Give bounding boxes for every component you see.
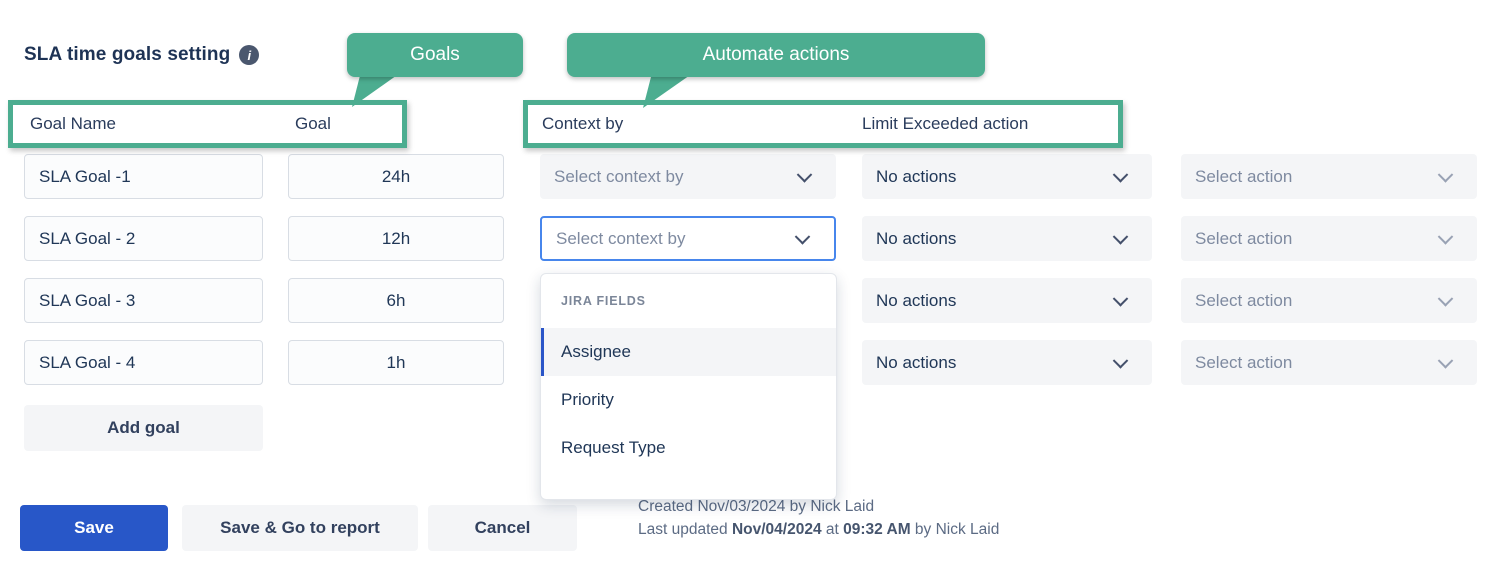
limit-exceeded-value: No actions (876, 167, 956, 187)
limit-exceeded-value: No actions (876, 353, 956, 373)
goal-value-input[interactable] (288, 278, 504, 323)
column-header-context-by: Context by (542, 100, 623, 148)
updated-line: Last updated Nov/04/2024 at 09:32 AM by … (638, 518, 999, 541)
updated-time: 09:32 AM (843, 521, 910, 538)
chevron-down-icon (1438, 229, 1454, 245)
context-by-placeholder: Select context by (556, 229, 685, 249)
context-by-dropdown[interactable]: Select context by (540, 154, 836, 199)
select-action-placeholder: Select action (1195, 291, 1292, 311)
select-action-dropdown[interactable]: Select action (1181, 154, 1477, 199)
automate-actions-callout: Automate actions (567, 33, 985, 77)
goal-value-input[interactable] (288, 340, 504, 385)
updated-date: Nov/04/2024 (732, 521, 822, 538)
limit-exceeded-dropdown[interactable]: No actions (862, 340, 1152, 385)
context-by-options-panel: JIRA FIELDS Assignee Priority Request Ty… (540, 273, 837, 500)
add-goal-button[interactable]: Add goal (24, 405, 263, 451)
page-title: SLA time goals setting (24, 44, 230, 66)
column-header-goal: Goal (295, 100, 331, 148)
save-button[interactable]: Save (20, 505, 168, 551)
limit-exceeded-dropdown[interactable]: No actions (862, 216, 1152, 261)
column-header-limit-exceeded: Limit Exceeded action (862, 100, 1028, 148)
limit-exceeded-value: No actions (876, 291, 956, 311)
goal-name-input[interactable] (24, 278, 263, 323)
chevron-down-icon (797, 167, 813, 183)
cancel-button[interactable]: Cancel (428, 505, 577, 551)
goal-value-input[interactable] (288, 216, 504, 261)
select-action-placeholder: Select action (1195, 167, 1292, 187)
goal-value-input[interactable] (288, 154, 504, 199)
context-by-dropdown-open[interactable]: Select context by (540, 216, 836, 261)
chevron-down-icon (1438, 167, 1454, 183)
limit-exceeded-value: No actions (876, 229, 956, 249)
info-icon[interactable]: i (239, 45, 259, 65)
save-and-go-to-report-button[interactable]: Save & Go to report (182, 505, 418, 551)
context-by-placeholder: Select context by (554, 167, 683, 187)
column-header-goal-name: Goal Name (30, 100, 116, 148)
chevron-down-icon (1113, 291, 1129, 307)
goals-callout: Goals (347, 33, 523, 77)
goal-name-input[interactable] (24, 216, 263, 261)
goal-name-input[interactable] (24, 340, 263, 385)
chevron-down-icon (1438, 353, 1454, 369)
chevron-down-icon (1438, 291, 1454, 307)
chevron-down-icon (1113, 229, 1129, 245)
select-action-dropdown[interactable]: Select action (1181, 278, 1477, 323)
limit-exceeded-dropdown[interactable]: No actions (862, 278, 1152, 323)
dropdown-option-priority[interactable]: Priority (541, 376, 836, 424)
dropdown-option-request-type[interactable]: Request Type (541, 424, 836, 472)
sla-settings-page: SLA time goals setting i Goal Name Goal … (0, 0, 1500, 580)
dropdown-option-assignee[interactable]: Assignee (541, 328, 836, 376)
select-action-dropdown[interactable]: Select action (1181, 216, 1477, 261)
select-action-dropdown[interactable]: Select action (1181, 340, 1477, 385)
goal-name-input[interactable] (24, 154, 263, 199)
audit-info: Created Nov/03/2024 by Nick Laid Last up… (638, 495, 999, 541)
chevron-down-icon (795, 229, 811, 245)
limit-exceeded-dropdown[interactable]: No actions (862, 154, 1152, 199)
title-row: SLA time goals setting i (24, 44, 259, 66)
chevron-down-icon (1113, 167, 1129, 183)
select-action-placeholder: Select action (1195, 353, 1292, 373)
chevron-down-icon (1113, 353, 1129, 369)
dropdown-group-label: JIRA FIELDS (541, 274, 836, 328)
select-action-placeholder: Select action (1195, 229, 1292, 249)
